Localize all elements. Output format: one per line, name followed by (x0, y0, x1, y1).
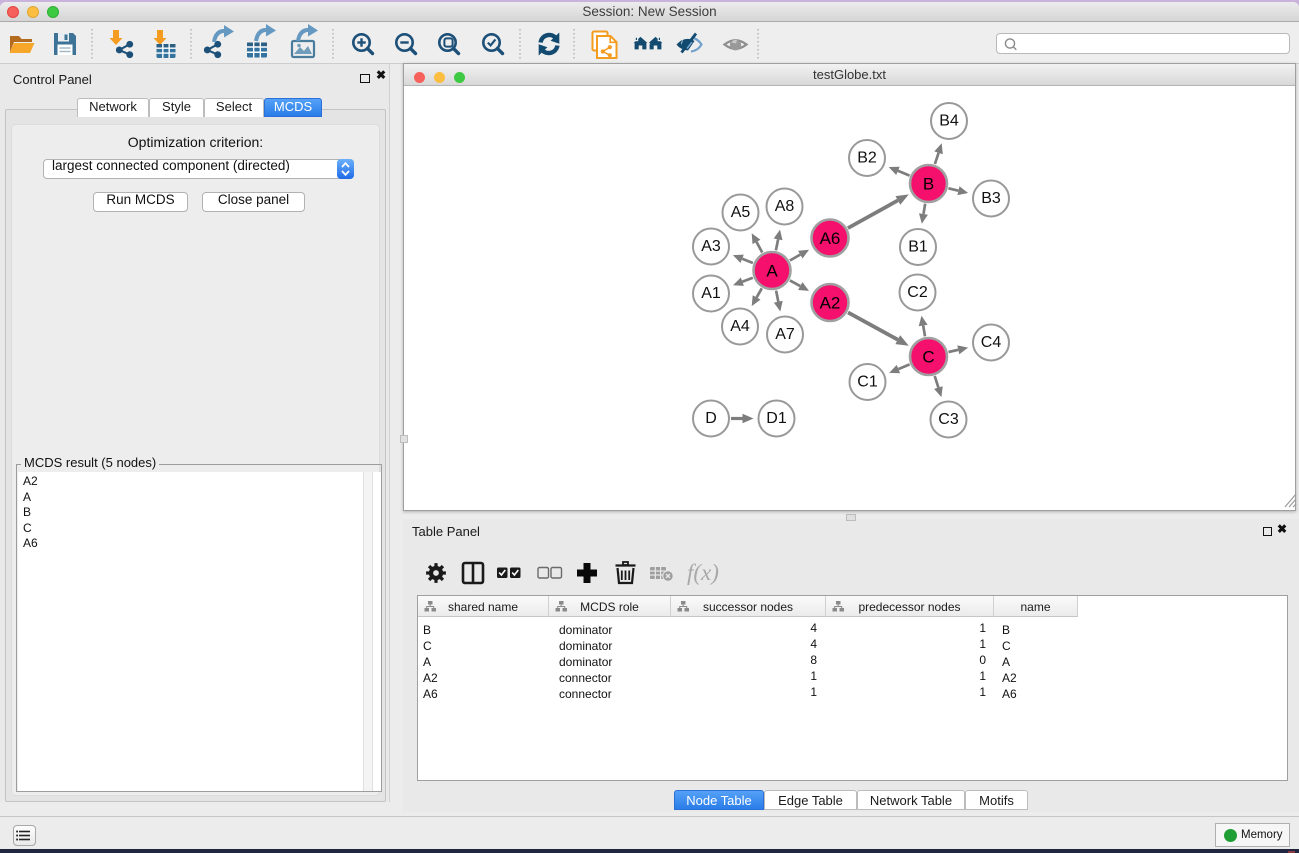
svg-text:B: B (923, 175, 934, 194)
svg-text:C3: C3 (938, 411, 959, 428)
svg-text:B2: B2 (857, 150, 877, 167)
svg-text:f(x): f(x) (687, 560, 719, 585)
svg-text:A2: A2 (820, 294, 841, 313)
svg-text:C: C (922, 348, 934, 367)
svg-text:B4: B4 (939, 113, 959, 130)
svg-text:B3: B3 (981, 190, 1001, 207)
svg-text:D1: D1 (766, 410, 787, 427)
svg-text:C1: C1 (857, 374, 878, 391)
svg-text:A4: A4 (730, 318, 750, 335)
svg-text:C2: C2 (907, 284, 928, 301)
svg-text:D: D (705, 410, 717, 427)
svg-text:B1: B1 (908, 239, 928, 256)
svg-text:A8: A8 (775, 198, 795, 215)
svg-text:C4: C4 (981, 334, 1002, 351)
svg-text:A7: A7 (775, 326, 795, 343)
svg-text:A5: A5 (731, 204, 751, 221)
svg-text:A3: A3 (701, 238, 721, 255)
svg-text:A: A (766, 262, 778, 281)
svg-text:A1: A1 (701, 285, 721, 302)
svg-text:A6: A6 (820, 229, 841, 248)
